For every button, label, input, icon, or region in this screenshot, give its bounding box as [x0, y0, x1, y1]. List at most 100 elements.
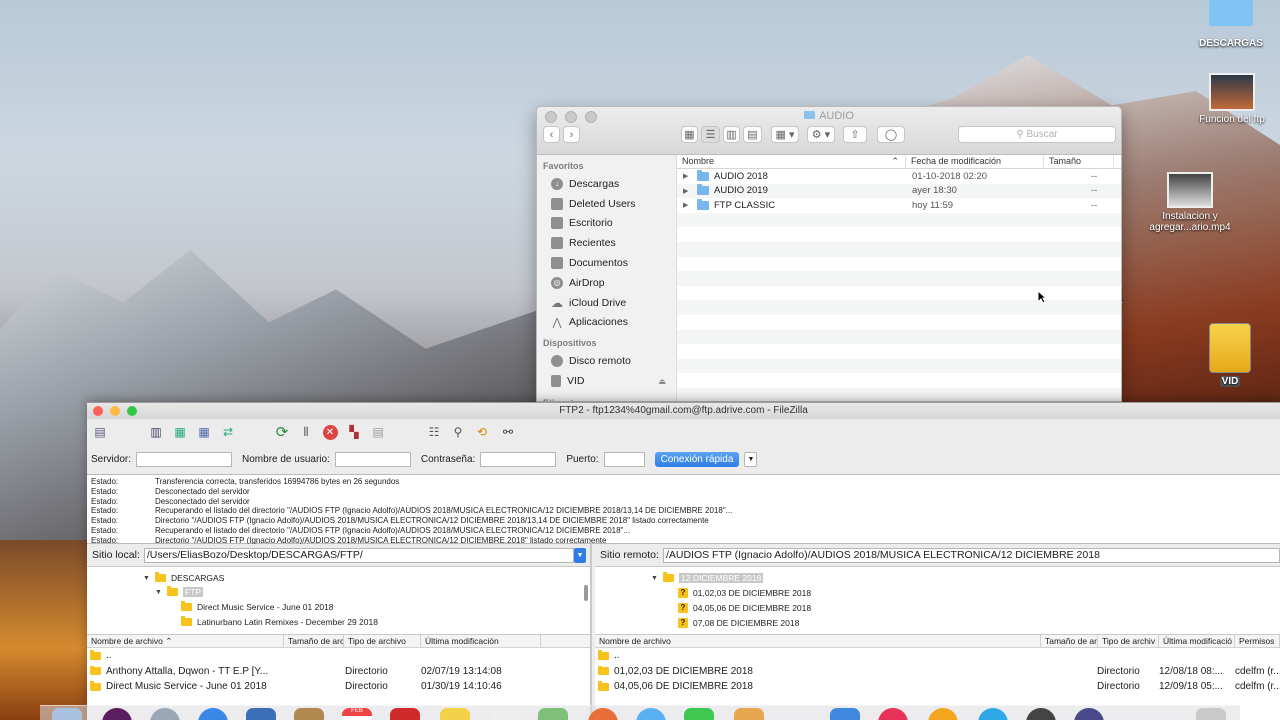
- expand-triangle-icon[interactable]: ▼: [143, 575, 155, 582]
- action-button[interactable]: ⚙ ▾: [807, 126, 835, 143]
- cancel-button[interactable]: ✕: [321, 423, 339, 441]
- column-header-modified[interactable]: Última modificació: [1159, 635, 1235, 647]
- site-manager-button[interactable]: ▤: [91, 423, 109, 441]
- remote-path-input[interactable]: /AUDIOS FTP (Ignacio Adolfo)/AUDIOS 2018…: [662, 547, 1280, 563]
- sidebar-item-recientes[interactable]: Recientes: [537, 233, 676, 253]
- column-header-size[interactable]: Tamaño: [1044, 155, 1114, 168]
- list-item[interactable]: ▶ AUDIO 2019 ayer 18:30 --: [677, 183, 1121, 199]
- eject-icon[interactable]: ⏏: [658, 377, 666, 386]
- sidebar-item-deleted-users[interactable]: Deleted Users: [537, 194, 676, 214]
- close-button[interactable]: [93, 406, 103, 416]
- tree-item-12-diciembre[interactable]: ▼ 12 DICIEMBRE 2018: [651, 571, 764, 586]
- search-remote-button[interactable]: ⚯: [499, 423, 517, 441]
- desktop-icon-funcion-ftp[interactable]: Funcion del ftp: [1192, 73, 1272, 125]
- sidebar-item-descargas[interactable]: ↓ Descargas: [537, 174, 676, 194]
- column-view-button[interactable]: ▥: [723, 126, 740, 143]
- disconnect-button[interactable]: ▚: [345, 423, 363, 441]
- column-header-permissions[interactable]: Permisos: [1235, 635, 1280, 647]
- tree-item-direct-music[interactable]: Direct Music Service - June 01 2018: [181, 600, 334, 615]
- desktop-icon-instalacion[interactable]: Instalacion y agregar...ario.mp4: [1140, 172, 1240, 233]
- mail-dock-icon[interactable]: [246, 708, 276, 720]
- tree-item[interactable]: ? 04,05,06 DE DICIEMBRE 2018: [678, 601, 811, 616]
- group-button[interactable]: ▦ ▾: [771, 126, 799, 143]
- column-header-type[interactable]: Tipo de archiv: [1098, 635, 1159, 647]
- sidebar-item-disco-remoto[interactable]: Disco remoto: [537, 351, 676, 371]
- contacts-dock-icon[interactable]: [294, 708, 324, 720]
- reminders-dock-icon[interactable]: [490, 708, 520, 720]
- filezilla-titlebar[interactable]: FTP2 - ftp1234%40gmail.com@ftp.adrive.co…: [87, 403, 1280, 419]
- server-input[interactable]: [136, 451, 233, 467]
- sidebar-item-airdrop[interactable]: ◎ AirDrop: [537, 273, 676, 293]
- tree-item-ftp[interactable]: ▼ FTP: [155, 585, 204, 600]
- desktop-icon-descargas[interactable]: DESCARGAS: [1196, 0, 1266, 49]
- quickconnect-button[interactable]: Conexión rápida: [654, 451, 740, 467]
- icon-view-button[interactable]: ▦: [681, 126, 698, 143]
- pages-dock-icon[interactable]: [734, 708, 764, 720]
- zoom-button[interactable]: [127, 406, 137, 416]
- filezilla-window[interactable]: FTP2 - ftp1234%40gmail.com@ftp.adrive.co…: [87, 402, 1280, 720]
- expand-triangle-icon[interactable]: ▼: [651, 575, 663, 582]
- column-header-date[interactable]: Fecha de modificación: [906, 155, 1044, 168]
- trash-dock-icon[interactable]: [1196, 708, 1226, 720]
- scrollbar[interactable]: [584, 585, 588, 601]
- desktop-icon-vid-drive[interactable]: VID: [1202, 323, 1258, 387]
- quickconnect-dropdown[interactable]: ▼: [744, 451, 758, 467]
- expand-triangle-icon[interactable]: ▼: [155, 589, 167, 596]
- table-row[interactable]: 04,05,06 DE DICIEMBRE 2018 Directorio 12/0…: [595, 679, 1280, 695]
- tree-item-latinurbano[interactable]: Latinurbano Latin Remixes - December 29 …: [181, 615, 378, 630]
- column-header-modified[interactable]: Última modificación: [421, 635, 541, 647]
- column-header-size[interactable]: Tamaño de ar: [1041, 635, 1098, 647]
- password-input[interactable]: [480, 451, 557, 467]
- keynote-dock-icon[interactable]: [830, 708, 860, 720]
- list-item[interactable]: ▶ FTP CLASSIC hoy 11:59 --: [677, 198, 1121, 213]
- toggle-local-tree-button[interactable]: ▦: [171, 423, 189, 441]
- toggle-remote-tree-button[interactable]: ▦: [195, 423, 213, 441]
- minimize-button[interactable]: [110, 406, 120, 416]
- table-row[interactable]: 01,02,03 DE DICIEMBRE 2018 Directorio 12/0…: [595, 664, 1280, 680]
- transfer-queue-button[interactable]: ⇄: [219, 423, 237, 441]
- tree-item[interactable]: ? 01,02,03 DE DICIEMBRE 2018: [678, 586, 811, 601]
- back-button[interactable]: ‹: [543, 126, 560, 143]
- toggle-log-button[interactable]: ▥: [147, 423, 165, 441]
- table-row[interactable]: Direct Music Service - June 01 2018 Direc…: [87, 679, 590, 695]
- filezilla-dock-icon[interactable]: [390, 708, 420, 720]
- sidebar-item-aplicaciones[interactable]: ⋀ Aplicaciones: [537, 313, 676, 333]
- maps-dock-icon[interactable]: [538, 708, 568, 720]
- compare-dirs-button[interactable]: ⚲: [449, 423, 467, 441]
- tree-item[interactable]: ? 07,08 DE DICIEMBRE 2018: [678, 616, 799, 631]
- column-header-filename[interactable]: Nombre de archivo: [595, 635, 1041, 647]
- search-input[interactable]: ⚲ Buscar: [958, 126, 1116, 143]
- gallery-view-button[interactable]: ▤: [743, 126, 762, 143]
- sync-browsing-button[interactable]: ⟲: [473, 423, 491, 441]
- table-row[interactable]: ..: [595, 648, 1280, 664]
- sidebar-item-icloud-drive[interactable]: ☁ iCloud Drive: [537, 293, 676, 313]
- table-row[interactable]: ..: [87, 648, 590, 664]
- share-button[interactable]: ⇧: [843, 126, 867, 143]
- disclosure-triangle-icon[interactable]: ▶: [683, 201, 697, 209]
- calendar-dock-icon[interactable]: FEB: [342, 708, 372, 720]
- tree-item-descargas[interactable]: ▼ DESCARGAS: [143, 571, 224, 586]
- port-input[interactable]: [603, 451, 645, 467]
- forward-button[interactable]: ›: [563, 126, 580, 143]
- reconnect-button[interactable]: ▤: [369, 423, 387, 441]
- table-row[interactable]: Anthony Attalla, Dqwon - TT E.P [Y... Dir…: [87, 664, 590, 680]
- finder-titlebar[interactable]: AUDIO ‹ › ▦ ☰ ▥ ▤ ▦ ▾ ⚙ ▾ ⇧ ◯ ⚲ Buscar: [537, 107, 1121, 155]
- finder-window[interactable]: AUDIO ‹ › ▦ ☰ ▥ ▤ ▦ ▾ ⚙ ▾ ⇧ ◯ ⚲ Buscar F…: [536, 106, 1122, 402]
- local-path-input[interactable]: /Users/EliasBozo/Desktop/DESCARGAS/FTP/: [143, 547, 574, 563]
- sidebar-item-vid[interactable]: VID ⏏: [537, 371, 676, 391]
- facetime-dock-icon[interactable]: [684, 708, 714, 720]
- local-path-dropdown[interactable]: ▼: [574, 547, 586, 563]
- column-header-name[interactable]: Nombre ⌃: [677, 155, 906, 168]
- sidebar-item-documentos[interactable]: Documentos: [537, 253, 676, 273]
- disclosure-triangle-icon[interactable]: ▶: [683, 187, 697, 195]
- username-input[interactable]: [334, 451, 411, 467]
- tags-button[interactable]: ◯: [877, 126, 905, 143]
- filter-button[interactable]: ☷: [425, 423, 443, 441]
- column-header-filename[interactable]: Nombre de archivo ⌃: [87, 635, 284, 647]
- sidebar-item-escritorio[interactable]: Escritorio: [537, 214, 676, 234]
- refresh-button[interactable]: ⟳: [273, 423, 291, 441]
- finder-dock-icon[interactable]: [52, 708, 82, 720]
- disclosure-triangle-icon[interactable]: ▶: [683, 172, 697, 180]
- notes-dock-icon[interactable]: [440, 708, 470, 720]
- list-view-button[interactable]: ☰: [701, 126, 720, 143]
